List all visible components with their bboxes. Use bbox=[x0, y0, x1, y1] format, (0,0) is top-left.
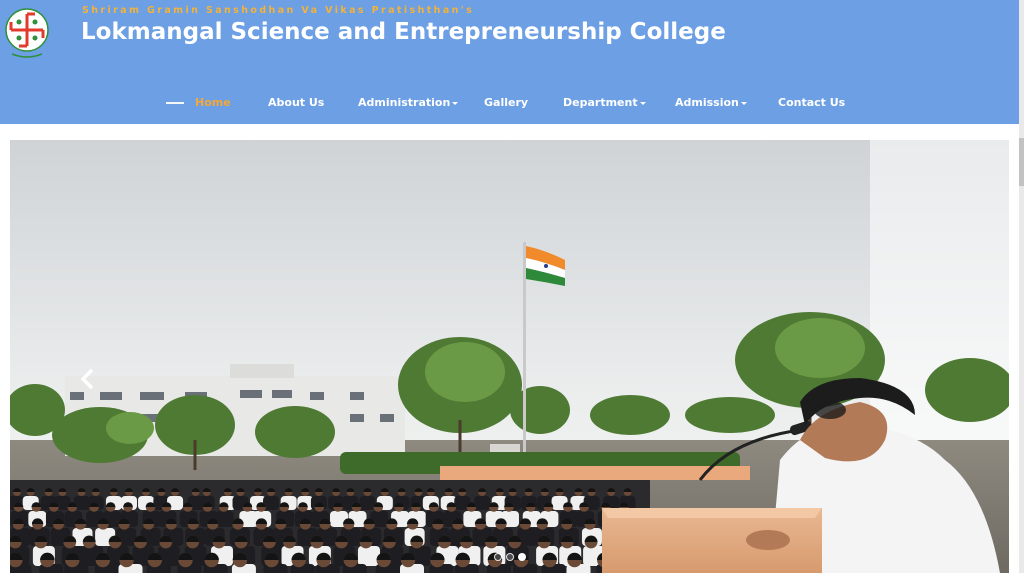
college-logo[interactable] bbox=[2, 6, 52, 62]
caret-down-icon bbox=[639, 101, 646, 105]
college-name[interactable]: Lokmangal Science and Entrepreneurship C… bbox=[81, 19, 726, 45]
nav-item-label: Admission bbox=[675, 96, 739, 109]
slider-dot-active[interactable] bbox=[518, 553, 526, 561]
main-navigation: Home About Us Administration Gallery Dep… bbox=[0, 96, 1019, 112]
nav-item-admission[interactable]: Admission bbox=[675, 96, 747, 110]
nav-item-label: Department bbox=[563, 96, 638, 109]
organization-tagline: Shriram Gramin Sanshodhan Va Vikas Prati… bbox=[82, 5, 475, 16]
nav-item-label: About Us bbox=[268, 96, 325, 109]
slider-dot[interactable] bbox=[494, 553, 502, 561]
nav-item-label: Gallery bbox=[484, 96, 529, 109]
slide-photo-flag-hoisting-assembly bbox=[10, 140, 1009, 573]
nav-item-label: Home bbox=[195, 96, 231, 109]
page-scrollbar[interactable] bbox=[1019, 0, 1024, 573]
scrollbar-thumb[interactable] bbox=[1019, 138, 1024, 186]
hero-slider bbox=[10, 140, 1009, 573]
slider-indicators bbox=[494, 553, 526, 561]
slider-prev-arrow[interactable] bbox=[78, 368, 96, 390]
chevron-left-icon bbox=[80, 369, 93, 389]
nav-item-department[interactable]: Department bbox=[563, 96, 646, 110]
nav-item-home[interactable]: Home bbox=[195, 96, 231, 110]
nav-item-gallery[interactable]: Gallery bbox=[484, 96, 528, 110]
slider-dot[interactable] bbox=[506, 553, 514, 561]
nav-item-administration[interactable]: Administration bbox=[358, 96, 459, 110]
nav-item-label: Administration bbox=[358, 96, 451, 109]
nav-item-label: Contact Us bbox=[778, 96, 846, 109]
caret-down-icon bbox=[740, 101, 747, 105]
nav-item-contact-us[interactable]: Contact Us bbox=[778, 96, 845, 110]
nav-item-about-us[interactable]: About Us bbox=[268, 96, 324, 110]
caret-down-icon bbox=[452, 101, 459, 105]
site-header: Shriram Gramin Sanshodhan Va Vikas Prati… bbox=[0, 0, 1019, 124]
page: Shriram Gramin Sanshodhan Va Vikas Prati… bbox=[0, 0, 1024, 573]
active-indicator bbox=[166, 102, 184, 104]
